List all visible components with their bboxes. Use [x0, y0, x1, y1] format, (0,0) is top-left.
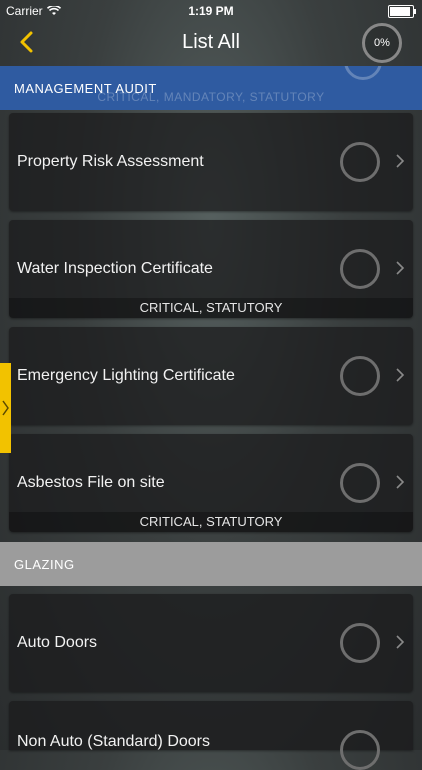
- list-item-tags: CRITICAL, STATUTORY: [9, 512, 413, 532]
- ghost-status-ring-icon: [344, 66, 382, 80]
- chevron-right-icon: [2, 400, 9, 416]
- chevron-right-icon: [396, 368, 405, 382]
- chevron-right-icon: [396, 635, 405, 649]
- status-ring-icon: [340, 249, 380, 289]
- side-drawer-handle[interactable]: [0, 363, 11, 453]
- status-ring-icon: [340, 463, 380, 503]
- list-item-asbestos-file-on-site[interactable]: Asbestos File on site CRITICAL, STATUTOR…: [9, 434, 413, 532]
- chevron-right-icon: [396, 475, 405, 489]
- section-ghost-tags: CRITICAL, MANDATORY, STATUTORY: [97, 90, 325, 104]
- navigation-bar: List All 0%: [0, 22, 422, 66]
- chevron-right-icon: [396, 154, 405, 168]
- section-header-glazing[interactable]: GLAZING: [0, 542, 422, 586]
- list-item-title: Water Inspection Certificate: [17, 260, 213, 277]
- chevron-right-icon: [396, 261, 405, 275]
- status-ring-icon: [340, 142, 380, 182]
- progress-indicator: 0%: [362, 23, 402, 63]
- status-time: 1:19 PM: [188, 4, 234, 18]
- list-item-non-auto-standard-doors[interactable]: Non Auto (Standard) Doors: [9, 701, 413, 770]
- list-item-auto-doors[interactable]: Auto Doors: [9, 594, 413, 692]
- list-item-title: Property Risk Assessment: [17, 153, 204, 170]
- list-item-tags: CRITICAL, STATUTORY: [9, 298, 413, 318]
- list-item-title: Emergency Lighting Certificate: [17, 367, 235, 384]
- list-item-property-risk-assessment[interactable]: Property Risk Assessment: [9, 113, 413, 211]
- section-header-management-audit[interactable]: MANAGEMENT AUDIT CRITICAL, MANDATORY, ST…: [0, 66, 422, 110]
- status-ring-icon: [340, 730, 380, 770]
- list-item-emergency-lighting-certificate[interactable]: Emergency Lighting Certificate: [9, 327, 413, 425]
- list-item-water-inspection-certificate[interactable]: Water Inspection Certificate CRITICAL, S…: [9, 220, 413, 318]
- list-item-title: Non Auto (Standard) Doors: [17, 733, 210, 750]
- status-bar: Carrier 1:19 PM: [0, 0, 422, 22]
- status-ring-icon: [340, 356, 380, 396]
- status-ring-icon: [340, 623, 380, 663]
- section-label: GLAZING: [14, 556, 75, 572]
- list-item-title: Asbestos File on site: [17, 474, 165, 491]
- page-title: List All: [182, 31, 240, 53]
- list-item-title: Auto Doors: [17, 634, 98, 651]
- battery-icon: [388, 5, 416, 18]
